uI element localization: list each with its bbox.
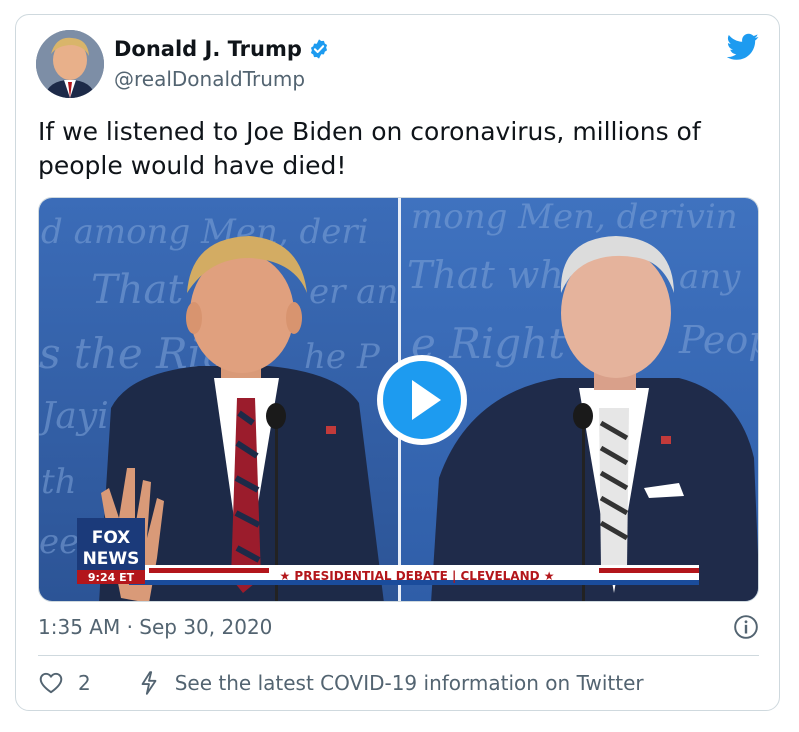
tweet-card[interactable]: Donald J. Trump @realDonaldTrump If we l…: [15, 14, 780, 711]
fox-logo-line2: NEWS: [83, 549, 140, 569]
script-line: any: [679, 257, 741, 297]
play-icon[interactable]: [375, 353, 469, 447]
lightning-icon: [141, 671, 157, 695]
avatar-image: [36, 30, 104, 98]
twitter-bird-icon[interactable]: [727, 33, 759, 61]
script-line: he P: [304, 337, 381, 377]
tweet-timestamp[interactable]: 1:35 AM · Sep 30, 2020: [38, 615, 272, 639]
heart-icon: [39, 672, 63, 694]
script-line: That: [91, 267, 184, 313]
like-count: 2: [78, 671, 91, 695]
divider: [38, 655, 759, 656]
script-line: That whe: [407, 253, 586, 297]
author-handle[interactable]: @realDonaldTrump: [114, 67, 305, 91]
covid-info-text: See the latest COVID-19 information on T…: [174, 671, 644, 695]
like-button[interactable]: 2: [38, 670, 91, 696]
covid-info-link[interactable]: See the latest COVID-19 information on T…: [137, 670, 644, 696]
chyron-text: ★ PRESIDENTIAL DEBATE | CLEVELAND ★: [279, 569, 554, 583]
avatar[interactable]: [36, 30, 104, 98]
tweet-text: If we listened to Joe Biden on coronavir…: [38, 117, 701, 180]
broadcast-time: 9:24 ET: [88, 571, 135, 584]
fox-logo-line1: FOX: [92, 528, 131, 548]
video-player[interactable]: d among Men, deri That er an s the Rig h…: [38, 197, 759, 602]
verified-badge-icon: [310, 39, 327, 59]
author-name[interactable]: Donald J. Trump: [114, 37, 302, 61]
script-line: d among Men, deri: [41, 212, 368, 252]
script-line: th: [41, 462, 77, 502]
script-line: er an: [309, 272, 398, 312]
script-line: Jayi: [39, 396, 109, 437]
script-line: mong Men, derivin: [411, 198, 738, 237]
info-icon[interactable]: [733, 614, 759, 640]
script-line: Peopl: [678, 318, 759, 362]
